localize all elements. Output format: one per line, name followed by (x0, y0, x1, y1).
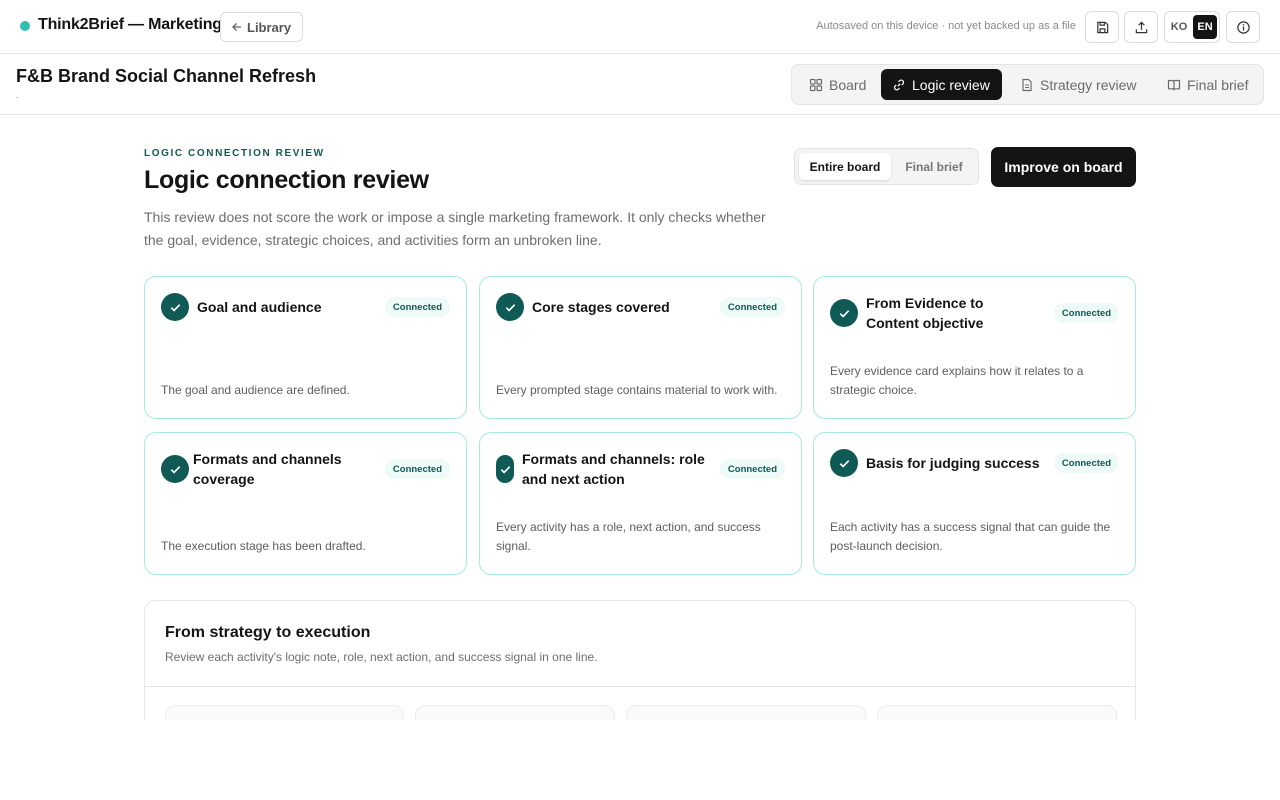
card-title: Core stages covered (532, 299, 670, 315)
card-description: Each activity has a success signal that … (830, 520, 1111, 553)
status-badge: Connected (384, 297, 450, 317)
upload-icon (1135, 20, 1147, 33)
tab-final-brief-label: Final brief (1187, 76, 1249, 93)
lang-ko-button[interactable]: KO (1167, 15, 1191, 39)
scope-final-brief[interactable]: Final brief (893, 153, 975, 180)
status-badge: Connected (1053, 453, 1119, 473)
card-title: Formats and channels coverage (193, 451, 342, 487)
app-title: Think2Brief — Marketing (38, 16, 222, 33)
info-icon (1236, 20, 1250, 34)
check-icon (496, 293, 524, 321)
check-card-goal-audience: Goal and audience Connected The goal and… (144, 276, 467, 419)
card-description: Every prompted stage contains material t… (496, 383, 778, 397)
tab-strategy-review-label: Strategy review (1040, 76, 1137, 93)
grid-icon (809, 78, 823, 91)
export-button[interactable] (1124, 11, 1158, 43)
viewport-bottom (0, 720, 1280, 800)
tab-final-brief[interactable]: Final brief (1156, 69, 1259, 100)
brand-dot-icon (20, 21, 30, 31)
scope-entire-board[interactable]: Entire board (799, 153, 891, 180)
tab-board-label: Board (829, 76, 867, 93)
check-icon (496, 455, 514, 483)
card-title: Formats and channels: role and next acti… (522, 451, 705, 487)
library-button[interactable]: Library (220, 12, 304, 42)
review-eyebrow: LOGIC CONNECTION REVIEW (144, 148, 325, 159)
lang-en-button[interactable]: EN (1193, 15, 1217, 39)
scope-toggle: Entire board Final brief (794, 148, 979, 185)
section-title: From strategy to execution (165, 624, 371, 641)
card-title: Basis for judging success (866, 455, 1040, 471)
top-bar: Think2Brief — Marketing Library Autosave… (0, 0, 1280, 54)
check-icon (161, 455, 189, 483)
review-description: This review does not score the work or i… (144, 209, 766, 248)
arrow-left-icon (232, 23, 241, 31)
card-title: From Evidence to Content objective (866, 295, 984, 331)
project-subtitle: - (16, 92, 19, 102)
library-label: Library (247, 19, 292, 35)
project-header: F&B Brand Social Channel Refresh - Board… (0, 54, 1280, 115)
check-card-formats-coverage: Formats and channels coverage Connected … (144, 432, 467, 575)
tab-strategy-review[interactable]: Strategy review (1009, 69, 1147, 100)
section-description: Review each activity's logic note, role,… (165, 650, 598, 664)
check-card-core-stages: Core stages covered Connected Every prom… (479, 276, 802, 419)
status-badge: Connected (1053, 303, 1119, 323)
save-icon (1096, 21, 1108, 33)
check-card-evidence-content: From Evidence to Content objective Conne… (813, 276, 1136, 419)
card-description: The goal and audience are defined. (161, 383, 350, 397)
document-icon (1022, 78, 1032, 91)
book-icon (1167, 79, 1181, 91)
section-divider (145, 686, 1135, 687)
page-title: Logic connection review (144, 166, 429, 194)
card-description: Every activity has a role, next action, … (496, 520, 761, 553)
strategy-execution-section: From strategy to execution Review each a… (144, 600, 1136, 740)
save-button[interactable] (1085, 11, 1119, 43)
check-icon (161, 293, 189, 321)
check-card-formats-role: Formats and channels: role and next acti… (479, 432, 802, 575)
autosave-status: Autosaved on this device · not yet backe… (816, 20, 1076, 32)
status-badge: Connected (719, 459, 785, 479)
tab-logic-review[interactable]: Logic review (881, 69, 1002, 100)
card-description: The execution stage has been drafted. (161, 539, 366, 553)
info-button[interactable] (1226, 11, 1260, 43)
card-description: Every evidence card explains how it rela… (830, 364, 1084, 397)
check-card-success-basis: Basis for judging success Connected Each… (813, 432, 1136, 575)
language-switcher: KO EN (1164, 11, 1220, 43)
tab-board[interactable]: Board (798, 69, 877, 100)
card-title: Goal and audience (197, 299, 322, 315)
status-badge: Connected (384, 459, 450, 479)
improve-on-board-button[interactable]: Improve on board (991, 147, 1136, 187)
link-icon (893, 79, 905, 90)
check-icon (830, 299, 858, 327)
check-icon (830, 449, 858, 477)
view-tabs: Board Logic review Strategy review Final… (791, 64, 1264, 105)
project-title: F&B Brand Social Channel Refresh (16, 66, 317, 86)
status-badge: Connected (719, 297, 785, 317)
tab-logic-review-label: Logic review (912, 76, 990, 93)
